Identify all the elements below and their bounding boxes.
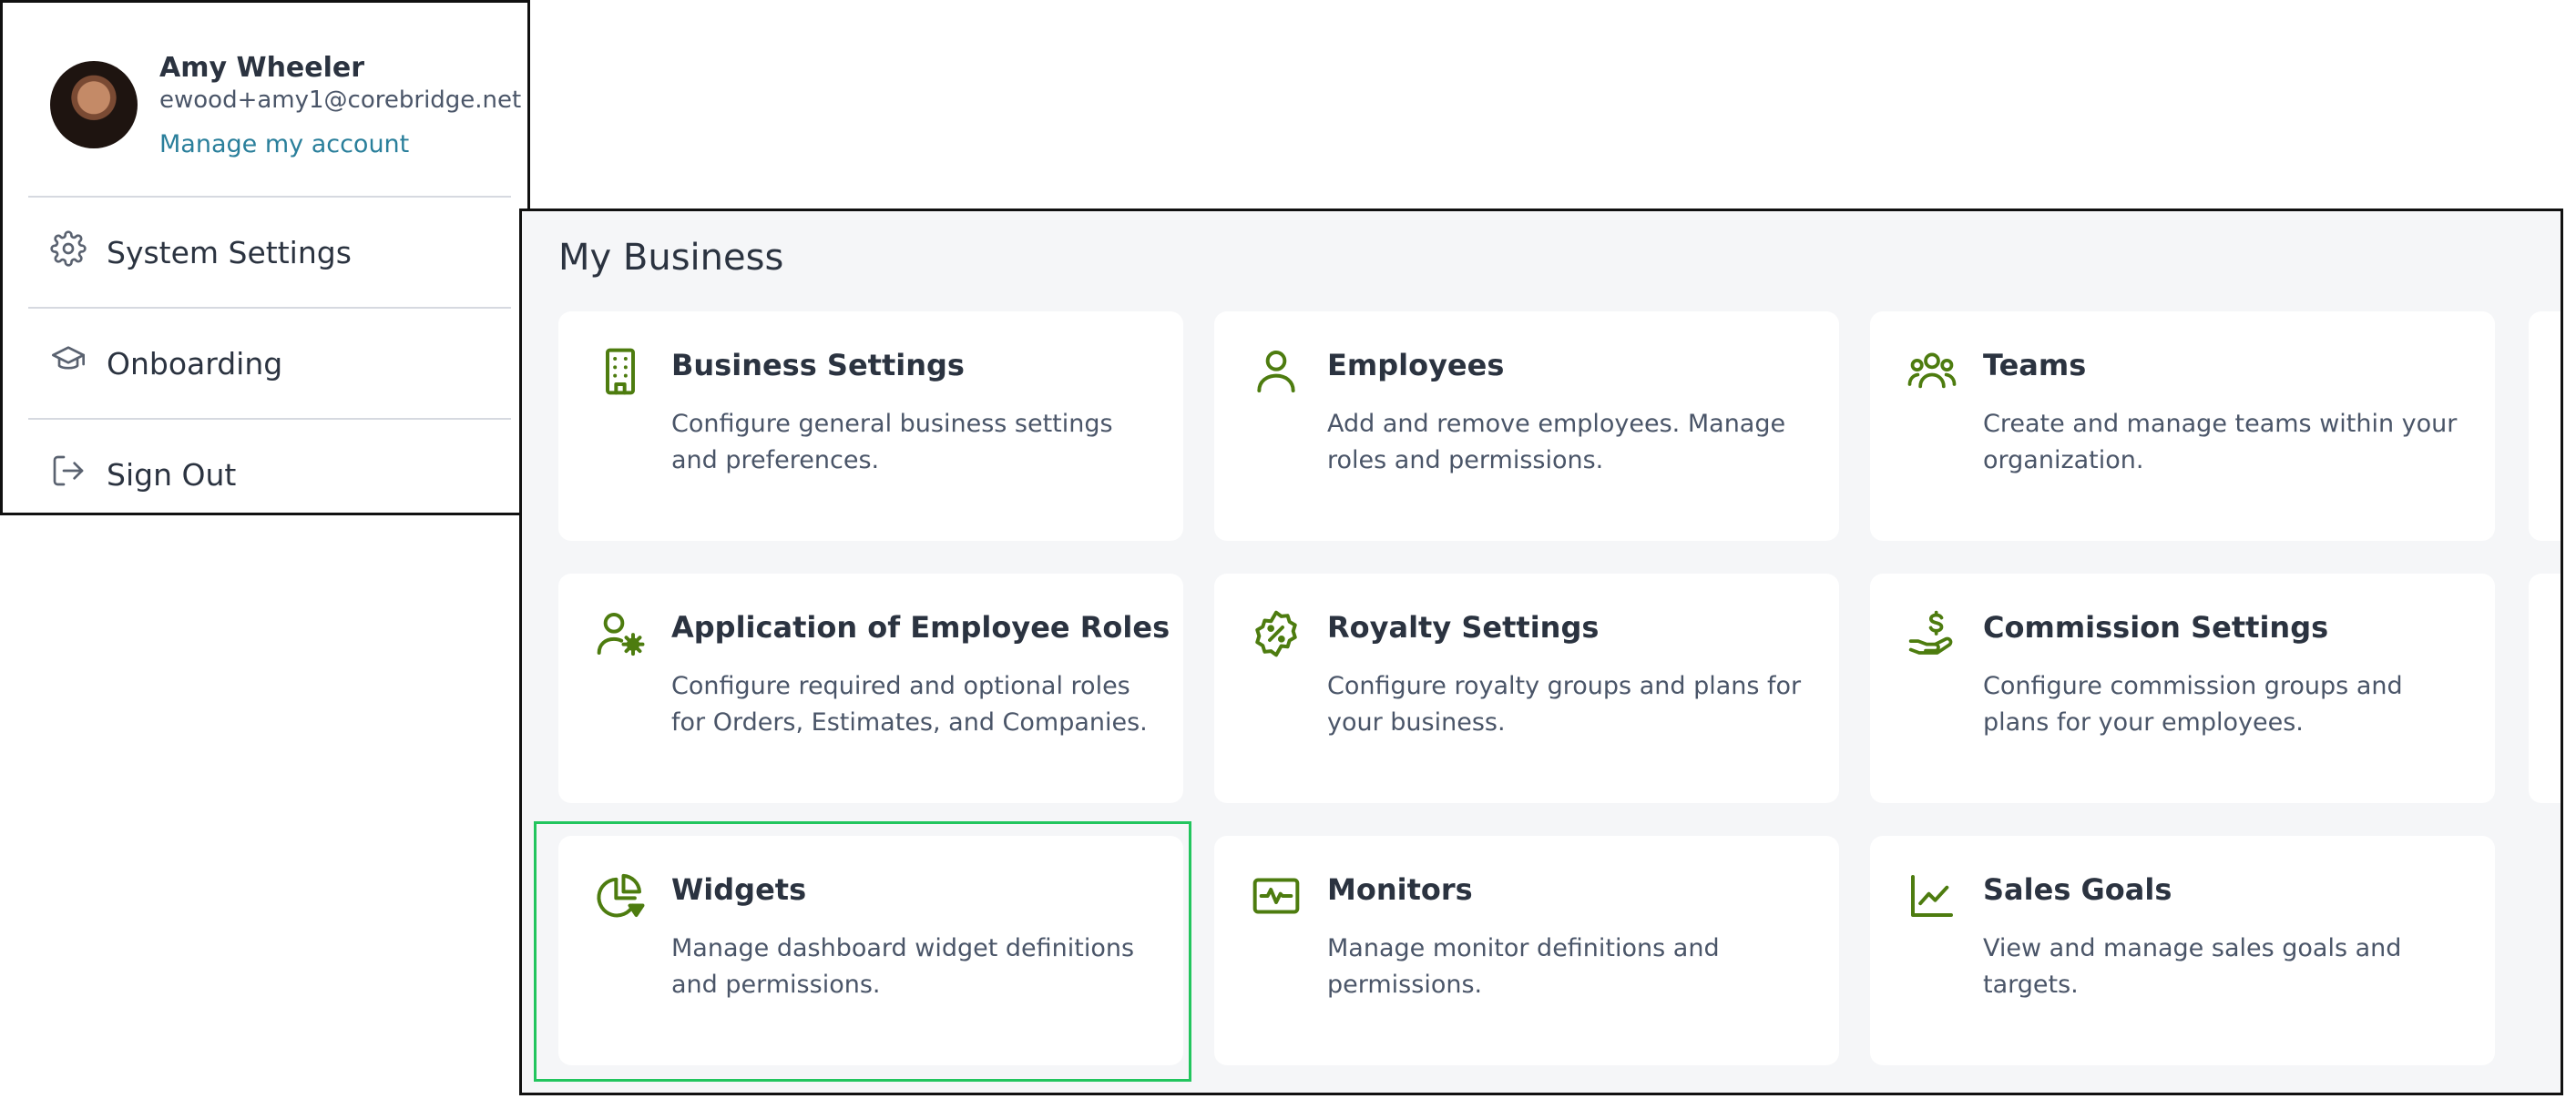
card-title: Monitors [1327,872,1473,907]
card-title: Royalty Settings [1327,610,1600,645]
card-sales-goals[interactable]: Sales Goals View and manage sales goals … [1870,836,2495,1065]
avatar [50,61,138,148]
graduation-cap-icon [50,341,87,385]
card-title: Widgets [671,872,807,907]
card-title: Business Settings [671,348,965,382]
percent-badge-icon [1251,608,1302,659]
card-partial [2529,574,2561,803]
manage-account-link[interactable]: Manage my account [159,130,409,158]
card-title: Sales Goals [1983,872,2172,907]
sign-out-icon [50,453,87,496]
card-description: View and manage sales goals and targets. [1983,934,2402,999]
gear-icon [50,230,87,274]
card-description: Manage monitor definitions and permissio… [1327,934,1720,999]
card-description: Configure commission groups and plans fo… [1983,672,2403,737]
card-widgets[interactable]: Widgets Manage dashboard widget definiti… [558,836,1183,1065]
hand-coin-icon [1906,608,1958,659]
monitor-pulse-icon [1251,870,1302,921]
card-description: Configure general business settings and … [671,410,1113,474]
user-icon [1251,346,1302,397]
card-employees[interactable]: Employees Add and remove employees. Mana… [1214,311,1839,541]
card-royalty-settings[interactable]: Royalty Settings Configure royalty group… [1214,574,1839,803]
account-dropdown: Amy Wheeler ewood+amy1@corebridge.net Ma… [0,0,530,515]
menu-item-onboarding[interactable]: Onboarding [50,338,282,389]
card-business-settings[interactable]: Business Settings Configure general busi… [558,311,1183,541]
pie-chart-icon [595,870,646,921]
my-business-panel: My Business Business Settings Configure … [519,209,2563,1095]
menu-item-label: Sign Out [107,456,237,493]
card-commission-settings[interactable]: Commission Settings Configure commission… [1870,574,2495,803]
card-description: Manage dashboard widget definitions and … [671,934,1135,999]
card-title: Application of Employee Roles [671,610,1170,645]
building-icon [595,346,646,397]
card-partial [2529,311,2561,541]
card-description: Create and manage teams within your orga… [1983,410,2458,474]
card-teams[interactable]: Teams Create and manage teams within you… [1870,311,2495,541]
card-application-of-employee-roles[interactable]: Application of Employee Roles Configure … [558,574,1183,803]
divider [28,196,511,198]
card-title: Commission Settings [1983,610,2329,645]
line-chart-icon [1906,870,1958,921]
user-name: Amy Wheeler [159,52,365,84]
user-cog-icon [595,608,646,659]
card-monitors[interactable]: Monitors Manage monitor definitions and … [1214,836,1839,1065]
card-title: Teams [1983,348,2087,382]
page-title: My Business [558,237,784,279]
users-icon [1906,346,1958,397]
divider [28,418,511,420]
menu-item-label: System Settings [107,234,352,270]
divider [28,307,511,309]
card-title: Employees [1327,348,1505,382]
menu-item-system-settings[interactable]: System Settings [50,227,352,278]
menu-item-label: Onboarding [107,345,283,382]
user-email: ewood+amy1@corebridge.net [159,86,522,114]
card-description: Configure required and optional roles fo… [671,672,1148,737]
card-description: Configure royalty groups and plans for y… [1327,672,1802,737]
card-description: Add and remove employees. Manage roles a… [1327,410,1786,474]
menu-item-sign-out[interactable]: Sign Out [50,449,236,500]
